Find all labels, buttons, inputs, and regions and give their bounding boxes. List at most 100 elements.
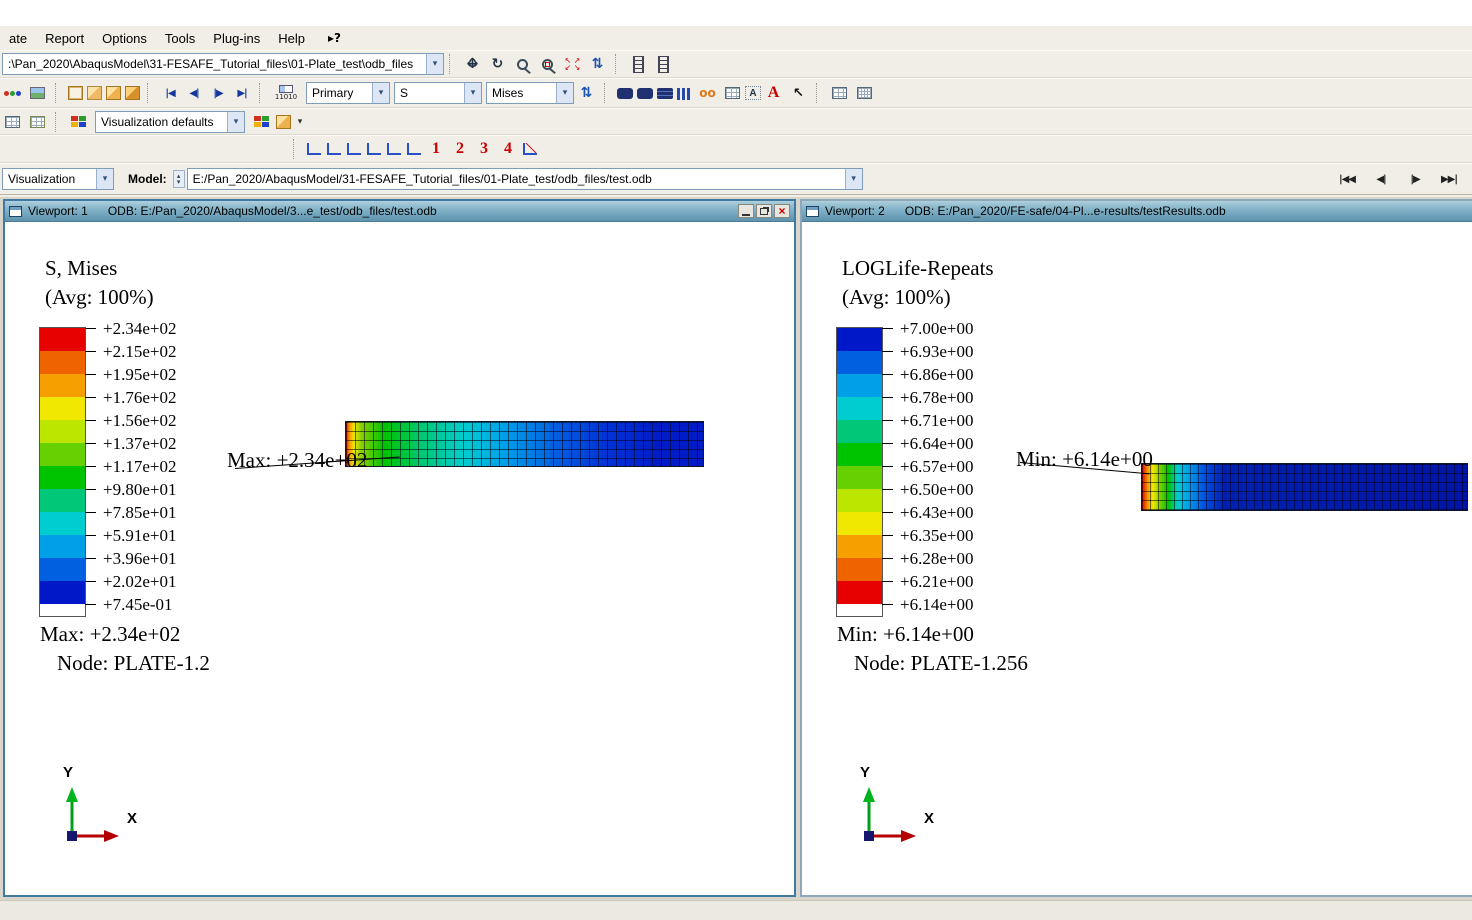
toolbar-separator [147, 83, 153, 103]
render-filled-icon[interactable] [125, 86, 140, 100]
menu-item[interactable]: Report [36, 28, 93, 49]
view-right-icon[interactable] [407, 143, 421, 155]
combo-dropdown-icon[interactable]: ▾ [464, 83, 481, 103]
restore-button[interactable] [756, 204, 772, 218]
legend-node-line: Node: PLATE-1.256 [854, 651, 1028, 675]
frame-nav-button[interactable]: ◀| [182, 83, 206, 103]
combo-dropdown-icon[interactable]: ▾ [227, 111, 244, 132]
viewport-2-canvas[interactable]: LOGLife-Repeats (Avg: 100%) +7.00e+00 +6.… [802, 222, 1472, 895]
context-help-icon[interactable]: ▸? [328, 31, 341, 45]
color-dialog-icon[interactable] [250, 110, 273, 133]
view-left-icon[interactable] [387, 143, 401, 155]
viewport-1-canvas[interactable]: S, Mises (Avg: 100%) +2.34e+02 +2.15e+02 +… [5, 222, 794, 895]
create-display-group-icon[interactable] [1, 110, 24, 133]
view-top-icon[interactable] [347, 143, 361, 155]
display-toolbar: Visualization defaults ▾ ▾ [0, 108, 1472, 135]
result-options-icon[interactable] [721, 82, 744, 105]
minimize-button[interactable] [738, 204, 754, 218]
viewport-2-title: Viewport: 2 [825, 204, 885, 218]
view-back-icon[interactable] [327, 143, 341, 155]
render-style-cube-icon[interactable] [276, 114, 291, 129]
render-hidden-icon[interactable] [87, 86, 102, 100]
combo-dropdown-icon[interactable]: ▾ [556, 83, 573, 103]
plot-undeformed-icon[interactable] [617, 87, 633, 99]
user-view-number-button[interactable]: 4 [504, 140, 512, 158]
odb-path-combo[interactable]: :\Pan_2020\AbaqusModel\31-FESAFE_Tutoria… [2, 53, 444, 75]
legend-labels: +2.34e+02 +2.15e+02 +1.95e+02 +1.76e+02 +1.5… [85, 317, 176, 616]
viewport-1-titlebar[interactable]: Viewport: 1 ODB: E:/Pan_2020/AbaqusModel… [5, 201, 794, 222]
close-button[interactable]: × [774, 204, 790, 218]
menu-item[interactable]: Plug-ins [204, 28, 269, 49]
view-iso-icon[interactable] [523, 143, 537, 155]
menu-item[interactable]: Options [93, 28, 156, 49]
legend-swatch [40, 558, 85, 581]
cycle-views-icon[interactable]: ⇅ [586, 53, 609, 76]
viewport-2[interactable]: Viewport: 2 ODB: E:/Pan_2020/FE-safe/04-… [800, 199, 1472, 897]
color-code-palette-icon[interactable] [67, 110, 90, 133]
field-position-value: Primary [312, 86, 354, 100]
frame-nav-button[interactable]: ◀| [1368, 169, 1394, 189]
legend-value: +1.37e+02 [103, 433, 177, 453]
legend-value: +2.15e+02 [103, 341, 177, 361]
render-wireframe-icon[interactable] [68, 86, 83, 100]
contour-model-plot[interactable] [1141, 463, 1468, 511]
legend-value: +6.28e+00 [900, 548, 974, 568]
render-shaded-icon[interactable] [106, 86, 121, 100]
legend-labels: +7.00e+00 +6.93e+00 +6.86e+00 +6.78e+00 +6.7… [882, 317, 973, 616]
legend-tick [882, 535, 893, 536]
common-plot-options-icon[interactable]: oo [696, 82, 719, 105]
model-path-value: E:/Pan_2020/AbaqusModel/31-FESAFE_Tutori… [192, 172, 652, 186]
annotation-manager-icon[interactable]: A [762, 82, 785, 105]
combo-dropdown-icon[interactable]: ▾ [372, 83, 389, 103]
edit-display-group-icon[interactable] [26, 110, 49, 133]
field-position-combo[interactable]: Primary ▾ [306, 82, 390, 104]
frame-nav-button[interactable]: |▶ [1402, 169, 1428, 189]
open-odb-icon[interactable] [1, 82, 24, 105]
pan-view-icon[interactable]: ↔ ↕ [461, 53, 484, 76]
invariant-combo[interactable]: Mises ▾ [486, 82, 574, 104]
view-front-icon[interactable] [307, 143, 321, 155]
free-body-cut-icon[interactable] [652, 53, 675, 76]
xy-report-icon[interactable] [853, 82, 876, 105]
view-cut-icon[interactable] [627, 53, 650, 76]
plot-contours-icon[interactable] [657, 87, 673, 99]
view-bottom-icon[interactable] [367, 143, 381, 155]
probe-values-icon[interactable]: ↖ [787, 82, 810, 105]
combo-dropdown-icon[interactable]: ▾ [844, 169, 862, 189]
color-code-defaults-combo[interactable]: Visualization defaults ▾ [95, 110, 245, 133]
allow-multiple-plot-states-icon[interactable] [677, 87, 693, 100]
user-view-number-button[interactable]: 1 [432, 140, 440, 158]
user-view-number-button[interactable]: 2 [456, 140, 464, 158]
combo-dropdown-icon[interactable]: ▾ [426, 54, 443, 74]
model-spinner[interactable]: ▴ ▾ [172, 170, 185, 188]
auto-fit-view-icon[interactable]: ↖ ↗ ↙ ↘ [561, 53, 584, 76]
legend-swatches [39, 327, 86, 617]
plot-deformed-icon[interactable] [637, 87, 653, 99]
legend-swatch [40, 420, 85, 443]
menu-item[interactable]: Tools [156, 28, 204, 49]
rotate-view-icon[interactable]: ↻ [486, 53, 509, 76]
superimpose-options-icon[interactable]: A [745, 86, 761, 100]
magnify-view-icon[interactable] [511, 53, 534, 76]
create-xy-data-icon[interactable] [828, 82, 851, 105]
contour-model-plot[interactable] [345, 421, 704, 467]
field-output-combo[interactable]: S ▾ [394, 82, 482, 104]
combo-dropdown-icon[interactable]: ▾ [96, 169, 113, 189]
model-path-combo[interactable]: E:/Pan_2020/AbaqusModel/31-FESAFE_Tutori… [186, 168, 863, 190]
menu-item[interactable]: ate [0, 28, 36, 49]
frame-nav-button[interactable]: ▶| [230, 83, 254, 103]
menu-item[interactable]: Help [269, 28, 314, 49]
viewport-1[interactable]: Viewport: 1 ODB: E:/Pan_2020/AbaqusModel… [3, 199, 796, 897]
frame-nav-button[interactable]: |▶ [206, 83, 230, 103]
spectrum-icon[interactable] [26, 82, 49, 105]
user-view-number-button[interactable]: 3 [480, 140, 488, 158]
box-zoom-icon[interactable] [536, 53, 559, 76]
frame-nav-button[interactable]: ▶▶| [1436, 169, 1462, 189]
module-combo[interactable]: Visualization ▾ [2, 168, 114, 190]
viewport-2-titlebar[interactable]: Viewport: 2 ODB: E:/Pan_2020/FE-safe/04-… [802, 201, 1472, 222]
render-style-dropdown-icon[interactable]: ▾ [294, 110, 306, 133]
frame-nav-button[interactable]: |◀◀ [1334, 169, 1360, 189]
frame-nav-button[interactable]: |◀ [158, 83, 182, 103]
field-output-dialog-icon[interactable]: 11010 [271, 82, 301, 105]
refresh-plot-icon[interactable]: ⇅ [575, 82, 598, 105]
